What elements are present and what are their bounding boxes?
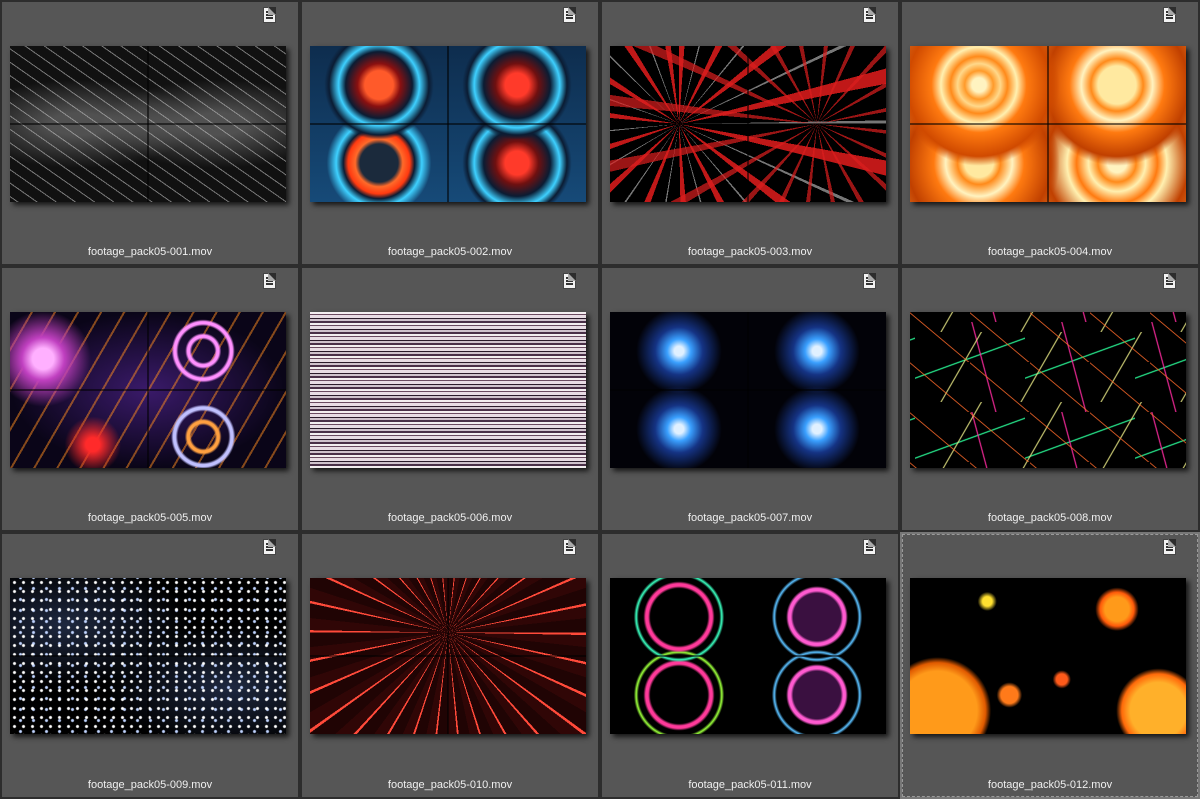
file-tile[interactable]: footage_pack05-011.mov (600, 532, 900, 799)
video-file-icon (863, 539, 876, 555)
file-tile[interactable]: footage_pack05-010.mov (300, 532, 600, 799)
file-name: footage_pack05-009.mov (87, 779, 213, 791)
video-thumbnail[interactable] (310, 312, 586, 468)
video-file-icon (563, 539, 576, 555)
video-file-icon (1163, 273, 1176, 289)
file-tile[interactable]: footage_pack05-002.mov (300, 0, 600, 266)
file-tile[interactable]: footage_pack05-003.mov (600, 0, 900, 266)
file-tile[interactable]: footage_pack05-005.mov (0, 266, 300, 532)
file-name: footage_pack05-005.mov (87, 512, 213, 524)
file-tile[interactable]: footage_pack05-006.mov (300, 266, 600, 532)
video-file-icon (863, 7, 876, 23)
file-tile[interactable]: footage_pack05-009.mov (0, 532, 300, 799)
video-thumbnail[interactable] (310, 578, 586, 734)
video-thumbnail[interactable] (10, 46, 286, 202)
video-file-icon (1163, 539, 1176, 555)
video-file-icon (863, 273, 876, 289)
file-name: footage_pack05-006.mov (387, 512, 513, 524)
video-file-icon (263, 7, 276, 23)
file-tile[interactable]: footage_pack05-007.mov (600, 266, 900, 532)
video-thumbnail[interactable] (610, 578, 886, 734)
file-name: footage_pack05-002.mov (387, 246, 513, 258)
video-file-icon (1163, 7, 1176, 23)
file-name: footage_pack05-012.mov (987, 779, 1113, 791)
video-thumbnail[interactable] (610, 312, 886, 468)
file-name: footage_pack05-010.mov (387, 779, 513, 791)
video-thumbnail[interactable] (610, 46, 886, 202)
file-tile-selected[interactable]: footage_pack05-012.mov (900, 532, 1200, 799)
thumbnail-grid: footage_pack05-001.mov footage_pack05-00… (0, 0, 1200, 799)
video-file-icon (563, 273, 576, 289)
video-file-icon (563, 7, 576, 23)
file-name: footage_pack05-011.mov (688, 779, 812, 791)
video-thumbnail[interactable] (910, 578, 1186, 734)
file-name: footage_pack05-001.mov (87, 246, 213, 258)
file-name: footage_pack05-007.mov (687, 512, 813, 524)
video-file-icon (263, 539, 276, 555)
video-file-icon (263, 273, 276, 289)
video-thumbnail[interactable] (310, 46, 586, 202)
file-tile[interactable]: footage_pack05-001.mov (0, 0, 300, 266)
file-name: footage_pack05-003.mov (687, 246, 813, 258)
video-thumbnail[interactable] (910, 46, 1186, 202)
file-name: footage_pack05-004.mov (987, 246, 1113, 258)
video-thumbnail[interactable] (10, 312, 286, 468)
file-name: footage_pack05-008.mov (987, 512, 1113, 524)
video-thumbnail[interactable] (910, 312, 1186, 468)
file-tile[interactable]: footage_pack05-008.mov (900, 266, 1200, 532)
video-thumbnail[interactable] (10, 578, 286, 734)
file-tile[interactable]: footage_pack05-004.mov (900, 0, 1200, 266)
